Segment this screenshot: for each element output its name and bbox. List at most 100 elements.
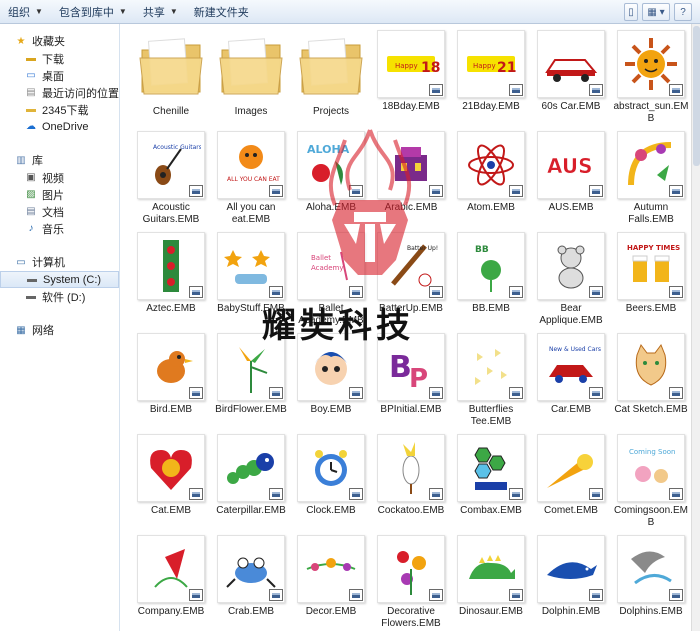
new-folder-button[interactable]: 新建文件夹 — [186, 2, 257, 22]
sidebar-item-system-c[interactable]: ▬ System (C:) — [0, 271, 119, 288]
include-in-library-label: 包含到库中 — [58, 6, 114, 19]
sidebar-item-downloads[interactable]: ▬ 下载 — [0, 50, 119, 67]
file-thumbnail — [137, 434, 205, 502]
folder-item[interactable]: Chenille — [131, 28, 211, 129]
file-item[interactable]: Happy 18 18Bday.EMB — [371, 28, 451, 129]
file-thumbnail — [537, 434, 605, 502]
file-item[interactable]: Happy 21 21Bday.EMB — [451, 28, 531, 129]
file-name-label: Dinosaur.EMB — [459, 606, 523, 617]
file-name-label: Beers.EMB — [625, 303, 677, 314]
file-item[interactable]: Cat.EMB — [131, 432, 211, 533]
file-item[interactable]: Butterflies Tee.EMB — [451, 331, 531, 432]
app-badge-icon — [509, 84, 523, 96]
svg-text:18: 18 — [421, 60, 440, 76]
organize-button[interactable]: 组织 ▼ — [0, 2, 51, 22]
file-thumbnail — [217, 232, 285, 300]
file-name-label: 60s Car.EMB — [541, 101, 601, 112]
file-item[interactable]: Cat Sketch.EMB — [611, 331, 691, 432]
file-item[interactable]: Coming Soon Comingsoon.EMB — [611, 432, 691, 533]
file-name-label: BirdFlower.EMB — [215, 404, 287, 415]
include-in-library-button[interactable]: 包含到库中 ▼ — [51, 2, 135, 22]
file-name-label: Dolphins.EMB — [619, 606, 683, 617]
libraries-header[interactable]: ▥ 库 — [0, 151, 119, 169]
folder-icon — [219, 38, 283, 95]
help-icon[interactable]: ? — [674, 3, 692, 21]
file-item[interactable]: Atom.EMB — [451, 129, 531, 230]
drive-icon: ▬ — [27, 274, 37, 285]
file-name-label: Acoustic Guitars.EMB — [142, 202, 200, 225]
sidebar-item-music[interactable]: ♪ 音乐 — [0, 220, 119, 237]
file-name-label: Bear Applique.EMB — [539, 303, 603, 326]
file-item[interactable]: Bird.EMB — [131, 331, 211, 432]
file-name-label: abstract_sun.EMB — [613, 101, 689, 124]
preview-pane-icon[interactable]: ▯ — [624, 3, 638, 21]
file-thumbnail — [217, 535, 285, 603]
file-item[interactable]: Bear Applique.EMB — [531, 230, 611, 331]
computer-header[interactable]: ▭ 计算机 — [0, 253, 119, 271]
file-item[interactable]: Clock.EMB — [291, 432, 371, 533]
file-name-label: Projects — [312, 106, 350, 117]
change-view-icon[interactable]: ▦ ▾ — [642, 3, 670, 21]
sidebar-item-onedrive[interactable]: ☁ OneDrive — [0, 118, 119, 135]
app-badge-icon — [429, 286, 443, 298]
vertical-scrollbar[interactable] — [691, 24, 700, 631]
sidebar-item-label: 下载 — [42, 53, 64, 66]
sidebar-item-desktop[interactable]: ▭ 桌面 — [0, 67, 119, 84]
file-item[interactable]: Cockatoo.EMB — [371, 432, 451, 533]
documents-icon: ▤ — [26, 206, 36, 217]
app-badge-icon — [429, 387, 443, 399]
folder-item[interactable]: Projects — [291, 28, 371, 129]
file-name-label: Butterflies Tee.EMB — [468, 404, 514, 427]
file-item[interactable]: AUS AUS.EMB — [531, 129, 611, 230]
network-header[interactable]: ▦ 网络 — [0, 321, 119, 339]
scrollbar-thumb[interactable] — [693, 26, 700, 166]
file-item[interactable]: Crab.EMB — [211, 533, 291, 631]
file-item[interactable]: Autumn Falls.EMB — [611, 129, 691, 230]
sidebar-item-documents[interactable]: ▤ 文档 — [0, 203, 119, 220]
file-thumbnail: HAPPY TIMES — [617, 232, 685, 300]
file-item[interactable]: Dinosaur.EMB — [451, 533, 531, 631]
file-item[interactable]: Dolphin.EMB — [531, 533, 611, 631]
file-item[interactable]: New & Used Cars Car.EMB — [531, 331, 611, 432]
file-item[interactable]: Caterpillar.EMB — [211, 432, 291, 533]
favorites-label: 收藏夹 — [32, 36, 65, 48]
file-item[interactable]: Acoustic Guitars Acoustic Guitars.EMB — [131, 129, 211, 230]
file-item[interactable]: BB BB.EMB — [451, 230, 531, 331]
sidebar-item-label: 音乐 — [42, 223, 64, 236]
file-name-label: Autumn Falls.EMB — [628, 202, 674, 225]
app-badge-icon — [509, 387, 523, 399]
app-badge-icon — [269, 589, 283, 601]
file-item[interactable]: Dolphins.EMB — [611, 533, 691, 631]
sidebar-item-videos[interactable]: ▣ 视频 — [0, 169, 119, 186]
svg-text:AUS: AUS — [547, 154, 593, 178]
pictures-icon: ▨ — [26, 189, 36, 200]
file-item[interactable]: Aztec.EMB — [131, 230, 211, 331]
file-item[interactable]: Decor.EMB — [291, 533, 371, 631]
file-name-label: Chenille — [152, 106, 190, 117]
file-item[interactable]: Comet.EMB — [531, 432, 611, 533]
file-thumbnail — [457, 333, 525, 401]
cloud-icon: ☁ — [26, 121, 36, 132]
app-badge-icon — [429, 84, 443, 96]
file-item[interactable]: ALL YOU CAN EAT All you can eat.EMB — [211, 129, 291, 230]
file-item[interactable]: Combax.EMB — [451, 432, 531, 533]
file-item[interactable]: Company.EMB — [131, 533, 211, 631]
sidebar-item-2345-downloads[interactable]: ▬ 2345下载 — [0, 101, 119, 118]
file-thumbnail — [537, 535, 605, 603]
file-item[interactable]: abstract_sun.EMB — [611, 28, 691, 129]
chevron-down-icon: ▼ — [118, 7, 127, 16]
file-thumbnail: Happy 18 — [377, 30, 445, 98]
share-button[interactable]: 共享 ▼ — [135, 2, 186, 22]
file-item[interactable]: Decorative Flowers.EMB — [371, 533, 451, 631]
sidebar-item-software-d[interactable]: ▬ 软件 (D:) — [0, 288, 119, 305]
sidebar-item-pictures[interactable]: ▨ 图片 — [0, 186, 119, 203]
chevron-down-icon: ▼ — [35, 7, 43, 16]
file-item[interactable]: 60s Car.EMB — [531, 28, 611, 129]
app-badge-icon — [349, 488, 363, 500]
favorites-header[interactable]: ★ 收藏夹 — [0, 32, 119, 50]
app-badge-icon — [509, 589, 523, 601]
folder-item[interactable]: Images — [211, 28, 291, 129]
sidebar-item-recent-places[interactable]: ▤ 最近访问的位置 — [0, 84, 119, 101]
file-item[interactable]: HAPPY TIMES Beers.EMB — [611, 230, 691, 331]
svg-text:Happy: Happy — [395, 62, 418, 70]
